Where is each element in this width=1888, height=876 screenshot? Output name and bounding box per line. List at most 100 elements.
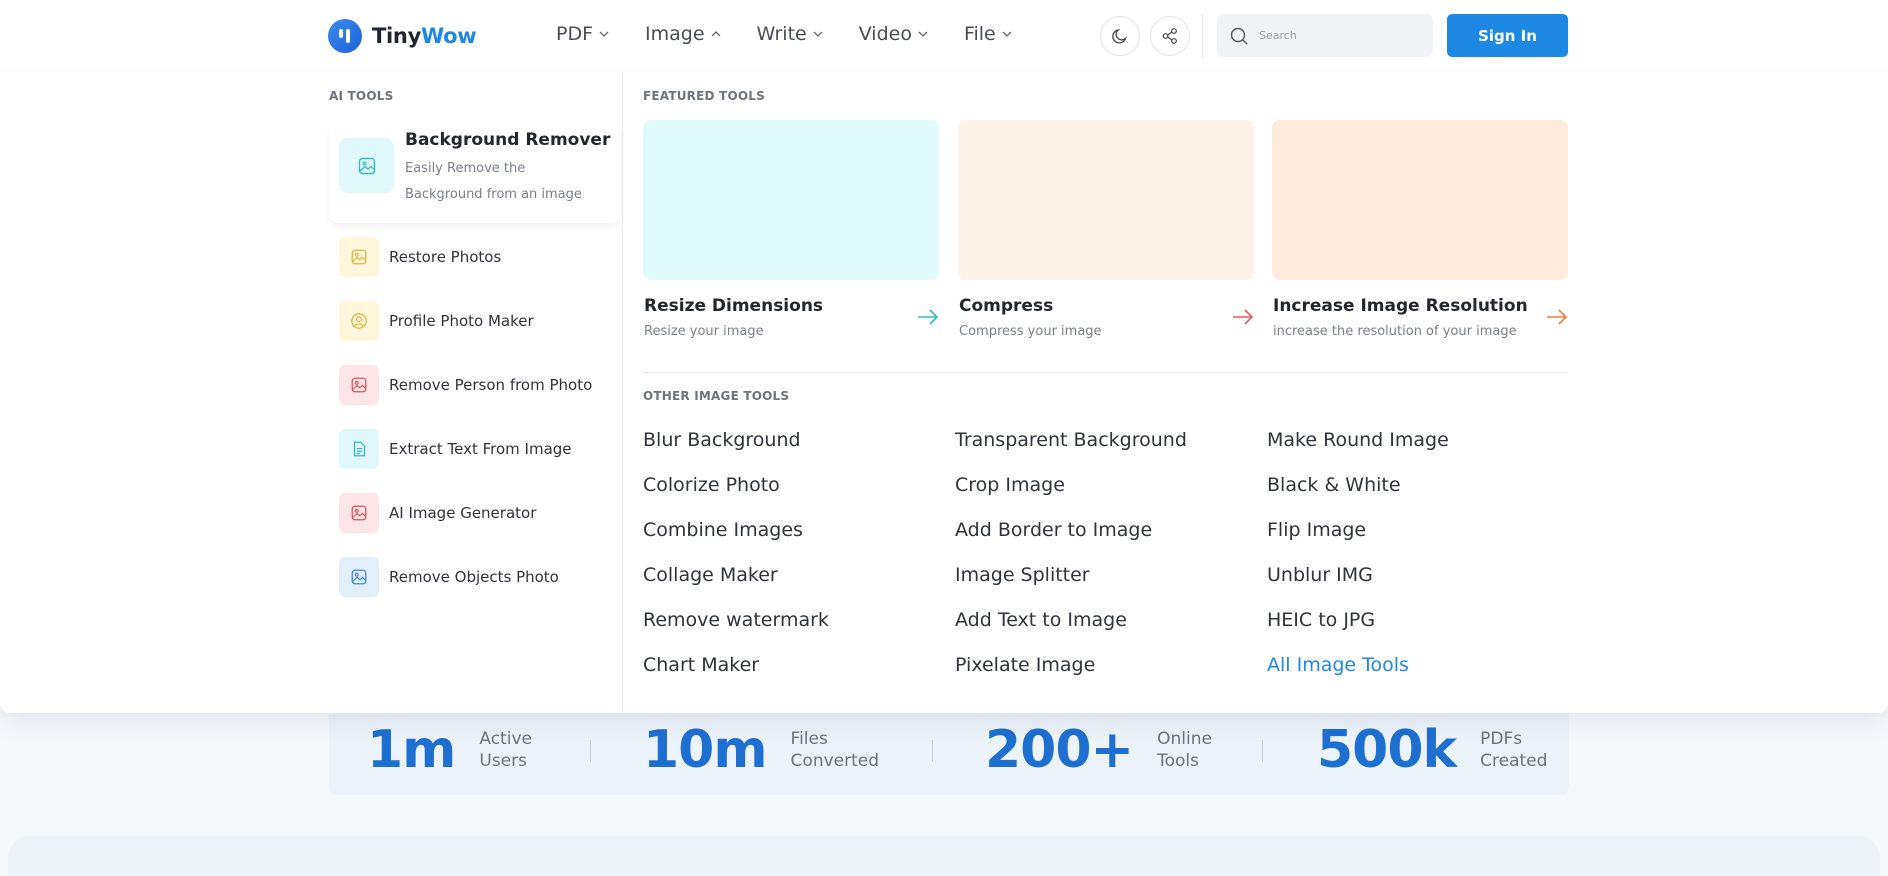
stat-divider <box>932 740 933 762</box>
header-divider <box>1202 14 1203 58</box>
stat-divider <box>1262 740 1263 762</box>
stat-item: 1m Active Users <box>367 720 532 780</box>
featured-description: increase the resolution of your image <box>1273 324 1517 339</box>
featured-description: Resize your image <box>644 324 764 339</box>
featured-tool-increase-resolution[interactable]: Increase Image Resolution increase the r… <box>1272 120 1568 350</box>
stat-item: 200+ Online Tools <box>985 720 1212 780</box>
stats-bar: 1m Active Users 10m Files Converted 200+ O… <box>329 702 1569 795</box>
logo-text: TinyWow <box>372 24 477 48</box>
featured-tool-resize[interactable]: Resize Dimensions Resize your image <box>643 120 939 350</box>
ai-tool-label: Remove Objects Photo <box>389 568 559 586</box>
image-icon <box>339 365 379 405</box>
featured-thumbnail <box>643 120 939 280</box>
featured-thumbnail <box>958 120 1254 280</box>
tool-link-collage-maker[interactable]: Collage Maker <box>643 564 778 586</box>
arrow-right-icon <box>1233 309 1254 325</box>
tool-link-heic-to-jpg[interactable]: HEIC to JPG <box>1267 609 1375 631</box>
chevron-down-icon <box>1002 31 1012 37</box>
tool-link-chart-maker[interactable]: Chart Maker <box>643 654 759 676</box>
content-card <box>8 836 1880 876</box>
tool-link-add-border[interactable]: Add Border to Image <box>955 519 1152 541</box>
ai-tool-restore-photos[interactable]: Restore Photos <box>339 237 501 277</box>
top-header: TinyWow PDF Image Write Video File Searc… <box>0 0 1888 72</box>
ai-tool-label: Restore Photos <box>389 248 502 266</box>
arrow-right-icon <box>1547 309 1568 325</box>
chevron-down-icon <box>813 31 823 37</box>
image-icon <box>339 237 379 277</box>
ai-featured-title: Background Remover <box>405 130 611 150</box>
featured-tools-heading: FEATURED TOOLS <box>643 89 765 103</box>
tool-link-remove-watermark[interactable]: Remove watermark <box>643 609 829 631</box>
tool-link-pixelate-image[interactable]: Pixelate Image <box>955 654 1095 676</box>
featured-description: Compress your image <box>959 324 1102 339</box>
ai-tool-label: AI Image Generator <box>389 504 537 522</box>
featured-title: Increase Image Resolution <box>1273 296 1528 316</box>
stat-divider <box>590 740 591 762</box>
sign-in-button[interactable]: Sign In <box>1447 14 1568 57</box>
tool-link-blur-background[interactable]: Blur Background <box>643 429 801 451</box>
featured-title: Compress <box>959 296 1054 316</box>
share-button[interactable] <box>1150 16 1190 56</box>
tool-link-unblur-img[interactable]: Unblur IMG <box>1267 564 1373 586</box>
all-image-tools-link[interactable]: All Image Tools <box>1267 654 1409 676</box>
stat-label: Online Tools <box>1157 729 1212 771</box>
tool-link-transparent-background[interactable]: Transparent Background <box>955 429 1187 451</box>
image-mega-menu: AI TOOLS Background Remover Easily Remov… <box>0 72 1888 713</box>
ai-tool-extract-text[interactable]: Extract Text From Image <box>339 429 572 469</box>
ai-tools-heading: AI TOOLS <box>329 89 394 103</box>
menu-column-divider <box>622 72 623 713</box>
stat-label: Files Converted <box>790 729 880 771</box>
tool-link-colorize-photo[interactable]: Colorize Photo <box>643 474 780 496</box>
featured-title: Resize Dimensions <box>644 296 824 316</box>
nav-video[interactable]: Video <box>859 23 928 45</box>
tool-link-image-splitter[interactable]: Image Splitter <box>955 564 1090 586</box>
ai-tool-label: Profile Photo Maker <box>389 312 534 330</box>
logo[interactable]: TinyWow <box>328 19 477 53</box>
logo-icon <box>328 19 362 53</box>
moon-icon <box>1112 28 1127 44</box>
tool-link-crop-image[interactable]: Crop Image <box>955 474 1065 496</box>
theme-toggle-button[interactable] <box>1100 16 1140 56</box>
share-icon <box>1162 28 1177 44</box>
image-icon <box>339 138 394 193</box>
stat-item: 10m Files Converted <box>643 720 879 780</box>
tool-link-black-white[interactable]: Black & White <box>1267 474 1401 496</box>
stat-item: 500k PDFs Created <box>1317 720 1547 780</box>
ai-tool-label: Extract Text From Image <box>389 440 572 458</box>
ai-featured-description: Easily Remove the Background from an ima… <box>405 161 582 202</box>
ai-tool-remove-person[interactable]: Remove Person from Photo <box>339 365 592 405</box>
search-box[interactable] <box>1217 14 1433 57</box>
ai-tool-background-remover[interactable]: Background Remover Easily Remove the Bac… <box>329 126 621 223</box>
image-icon <box>339 557 379 597</box>
main-nav: PDF Image Write Video File <box>556 23 1048 45</box>
section-divider <box>643 372 1568 373</box>
ai-tool-label: Remove Person from Photo <box>389 376 593 394</box>
tool-link-combine-images[interactable]: Combine Images <box>643 519 803 541</box>
featured-tool-compress[interactable]: Compress Compress your image <box>958 120 1254 350</box>
nav-write[interactable]: Write <box>757 23 823 45</box>
stat-value: 500k <box>1317 720 1457 780</box>
nav-file[interactable]: File <box>964 23 1012 45</box>
nav-image[interactable]: Image <box>645 23 721 45</box>
ai-tool-image-generator[interactable]: AI Image Generator <box>339 493 536 533</box>
chevron-up-icon <box>711 31 721 37</box>
featured-thumbnail <box>1272 120 1568 280</box>
user-circle-icon <box>339 301 379 341</box>
stat-value: 1m <box>367 720 456 780</box>
arrow-right-icon <box>918 309 939 325</box>
image-icon <box>339 493 379 533</box>
search-icon <box>1230 27 1248 44</box>
tool-link-add-text[interactable]: Add Text to Image <box>955 609 1127 631</box>
stat-label: Active Users <box>479 729 532 771</box>
chevron-down-icon <box>918 31 928 37</box>
tool-link-flip-image[interactable]: Flip Image <box>1267 519 1366 541</box>
ai-tool-remove-objects[interactable]: Remove Objects Photo <box>339 557 559 597</box>
nav-pdf[interactable]: PDF <box>556 23 609 45</box>
stat-value: 10m <box>643 720 768 780</box>
document-icon <box>339 429 379 469</box>
other-tools-heading: OTHER IMAGE TOOLS <box>643 389 790 403</box>
stat-label: PDFs Created <box>1480 729 1548 771</box>
tool-link-make-round-image[interactable]: Make Round Image <box>1267 429 1449 451</box>
search-input[interactable] <box>1259 29 1419 42</box>
ai-tool-profile-photo-maker[interactable]: Profile Photo Maker <box>339 301 534 341</box>
